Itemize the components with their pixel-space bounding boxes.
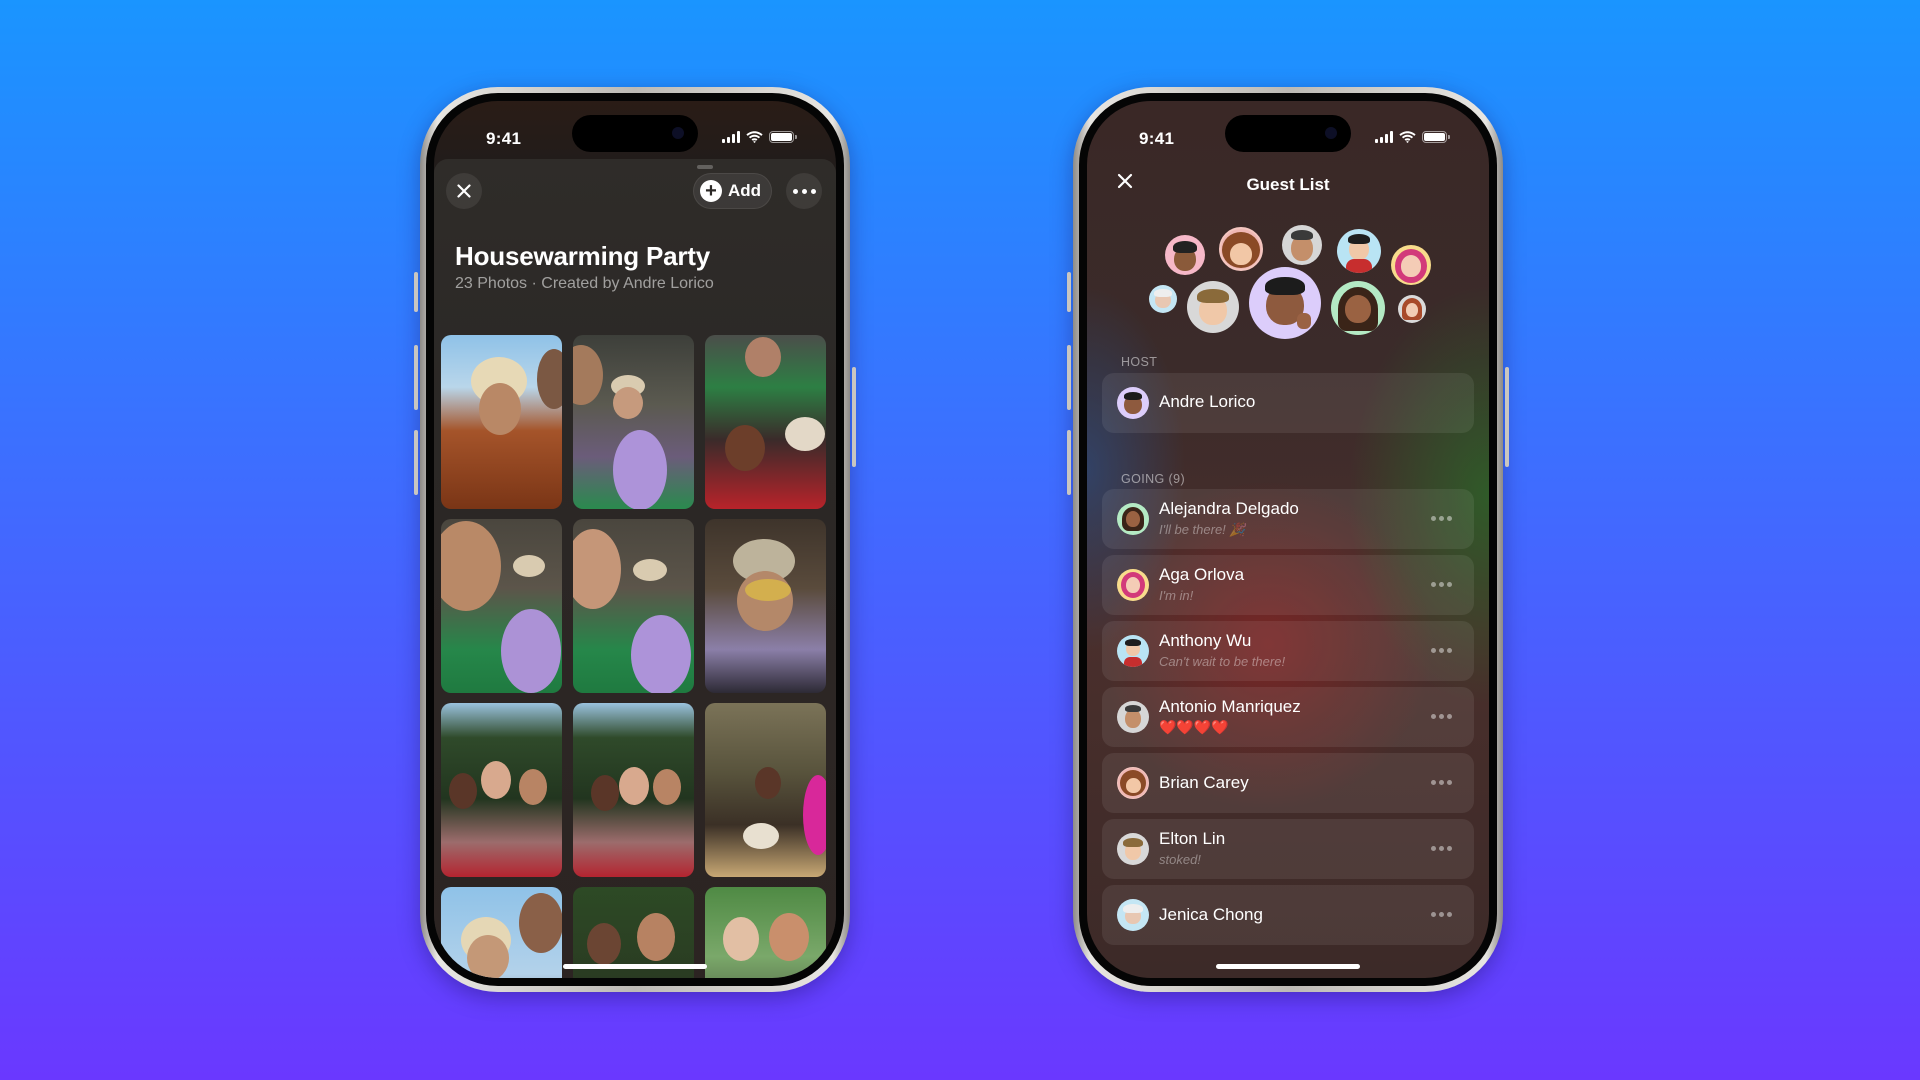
home-indicator[interactable] (563, 964, 707, 969)
guest-row[interactable]: Alejandra Delgado I'll be there! 🎉 (1102, 489, 1474, 549)
dynamic-island (1225, 115, 1351, 152)
photo-thumbnail[interactable] (441, 519, 562, 693)
photo-thumbnail[interactable] (705, 335, 826, 509)
guest-row[interactable]: Anthony Wu Can't wait to be there! (1102, 621, 1474, 681)
album-subtitle: 23 Photos · Created by Andre Lorico (455, 275, 714, 292)
guest-name: Alejandra Delgado (1159, 499, 1299, 518)
photo-thumbnail[interactable] (441, 703, 562, 877)
battery-icon (1422, 131, 1450, 143)
close-button[interactable] (446, 173, 482, 209)
action-button (1067, 272, 1071, 312)
guest-status: I'll be there! 🎉 (1159, 522, 1246, 537)
guest-more-button[interactable] (1431, 780, 1452, 785)
guest-row[interactable]: Brian Carey (1102, 753, 1474, 813)
ellipsis-icon (792, 188, 816, 194)
avatar[interactable] (1331, 281, 1385, 335)
guest-row[interactable]: Elton Lin stoked! (1102, 819, 1474, 879)
photo-grid (441, 335, 827, 978)
guest-name: Anthony Wu (1159, 631, 1252, 650)
guest-name: Elton Lin (1159, 829, 1226, 848)
photo-thumbnail[interactable] (441, 335, 562, 509)
host-row[interactable]: Andre Lorico (1102, 373, 1474, 433)
volume-down-button (1067, 430, 1071, 495)
photo-thumbnail[interactable] (705, 703, 826, 877)
guest-more-button[interactable] (1431, 516, 1452, 521)
screen: 9:41 Guest List HOST Andre Lorico GOING … (1087, 101, 1489, 978)
photo-thumbnail[interactable] (573, 703, 694, 877)
guest-more-button[interactable] (1431, 846, 1452, 851)
photo-thumbnail[interactable] (573, 519, 694, 693)
avatar[interactable] (1219, 227, 1263, 271)
host-section-label: HOST (1121, 355, 1158, 369)
going-section-label: GOING (9) (1121, 472, 1186, 486)
guest-avatar (1117, 767, 1149, 799)
guest-avatar (1117, 833, 1149, 865)
more-options-button[interactable] (786, 173, 822, 209)
screen: 9:41 + Add Housewarming Party 23 Photos … (434, 101, 836, 978)
guest-row[interactable]: Jenica Chong (1102, 885, 1474, 945)
guest-name: Brian Carey (1159, 773, 1249, 792)
avatar[interactable] (1337, 229, 1381, 273)
avatar[interactable] (1282, 225, 1322, 265)
album-sheet: + Add Housewarming Party 23 Photos · Cre… (434, 159, 836, 978)
add-button[interactable]: + Add (692, 173, 772, 209)
guest-row[interactable]: Aga Orlova I'm in! (1102, 555, 1474, 615)
guest-avatar (1117, 569, 1149, 601)
avatar[interactable] (1249, 267, 1321, 339)
status-bar: 9:41 (1087, 101, 1489, 157)
guest-avatar (1117, 899, 1149, 931)
photo-thumbnail[interactable] (441, 887, 562, 978)
battery-icon (769, 131, 797, 143)
avatar[interactable] (1398, 295, 1426, 323)
guest-row[interactable]: Antonio Manriquez ❤️❤️❤️❤️ (1102, 687, 1474, 747)
photo-thumbnail[interactable] (573, 335, 694, 509)
photo-thumbnail[interactable] (705, 887, 826, 978)
cellular-signal-icon (722, 131, 740, 143)
guest-more-button[interactable] (1431, 912, 1452, 917)
avatar[interactable] (1187, 281, 1239, 333)
action-button (414, 272, 418, 312)
album-title: Housewarming Party (455, 241, 711, 271)
side-button (852, 367, 856, 467)
side-button (1505, 367, 1509, 467)
guest-name: Jenica Chong (1159, 905, 1263, 924)
guest-avatar (1117, 635, 1149, 667)
guest-more-button[interactable] (1431, 714, 1452, 719)
phone-guest-list: 9:41 Guest List HOST Andre Lorico GOING … (1067, 87, 1509, 992)
cellular-signal-icon (1375, 131, 1393, 143)
volume-down-button (414, 430, 418, 495)
guest-more-button[interactable] (1431, 648, 1452, 653)
sheet-grabber[interactable] (697, 165, 713, 169)
avatar[interactable] (1165, 235, 1205, 275)
avatar[interactable] (1149, 285, 1177, 313)
guest-status: stoked! (1159, 852, 1201, 867)
add-label: Add (727, 181, 761, 200)
dynamic-island (572, 115, 698, 152)
wifi-icon (746, 131, 763, 143)
status-time: 9:41 (486, 129, 522, 148)
volume-up-button (414, 345, 418, 410)
host-avatar (1117, 387, 1149, 419)
volume-up-button (1067, 345, 1071, 410)
photo-thumbnail[interactable] (705, 519, 826, 693)
guest-more-button[interactable] (1431, 582, 1452, 587)
guest-avatar (1117, 503, 1149, 535)
guest-status: I'm in! (1159, 588, 1194, 603)
wifi-icon (1399, 131, 1416, 143)
status-bar: 9:41 (434, 101, 836, 157)
avatar[interactable] (1391, 245, 1431, 285)
close-icon (457, 184, 471, 198)
guest-avatar (1117, 701, 1149, 733)
guest-name: Aga Orlova (1159, 565, 1245, 584)
home-indicator[interactable] (1216, 964, 1360, 969)
plus-circle-icon: + (699, 180, 722, 202)
guest-list-title: Guest List (1246, 175, 1330, 194)
guest-status: Can't wait to be there! (1159, 654, 1286, 669)
guest-status: ❤️❤️❤️❤️ (1159, 719, 1229, 735)
guest-name: Antonio Manriquez (1159, 697, 1301, 716)
status-time: 9:41 (1139, 129, 1175, 148)
host-name: Andre Lorico (1159, 392, 1256, 411)
phone-shared-album: 9:41 + Add Housewarming Party 23 Photos … (414, 87, 856, 992)
